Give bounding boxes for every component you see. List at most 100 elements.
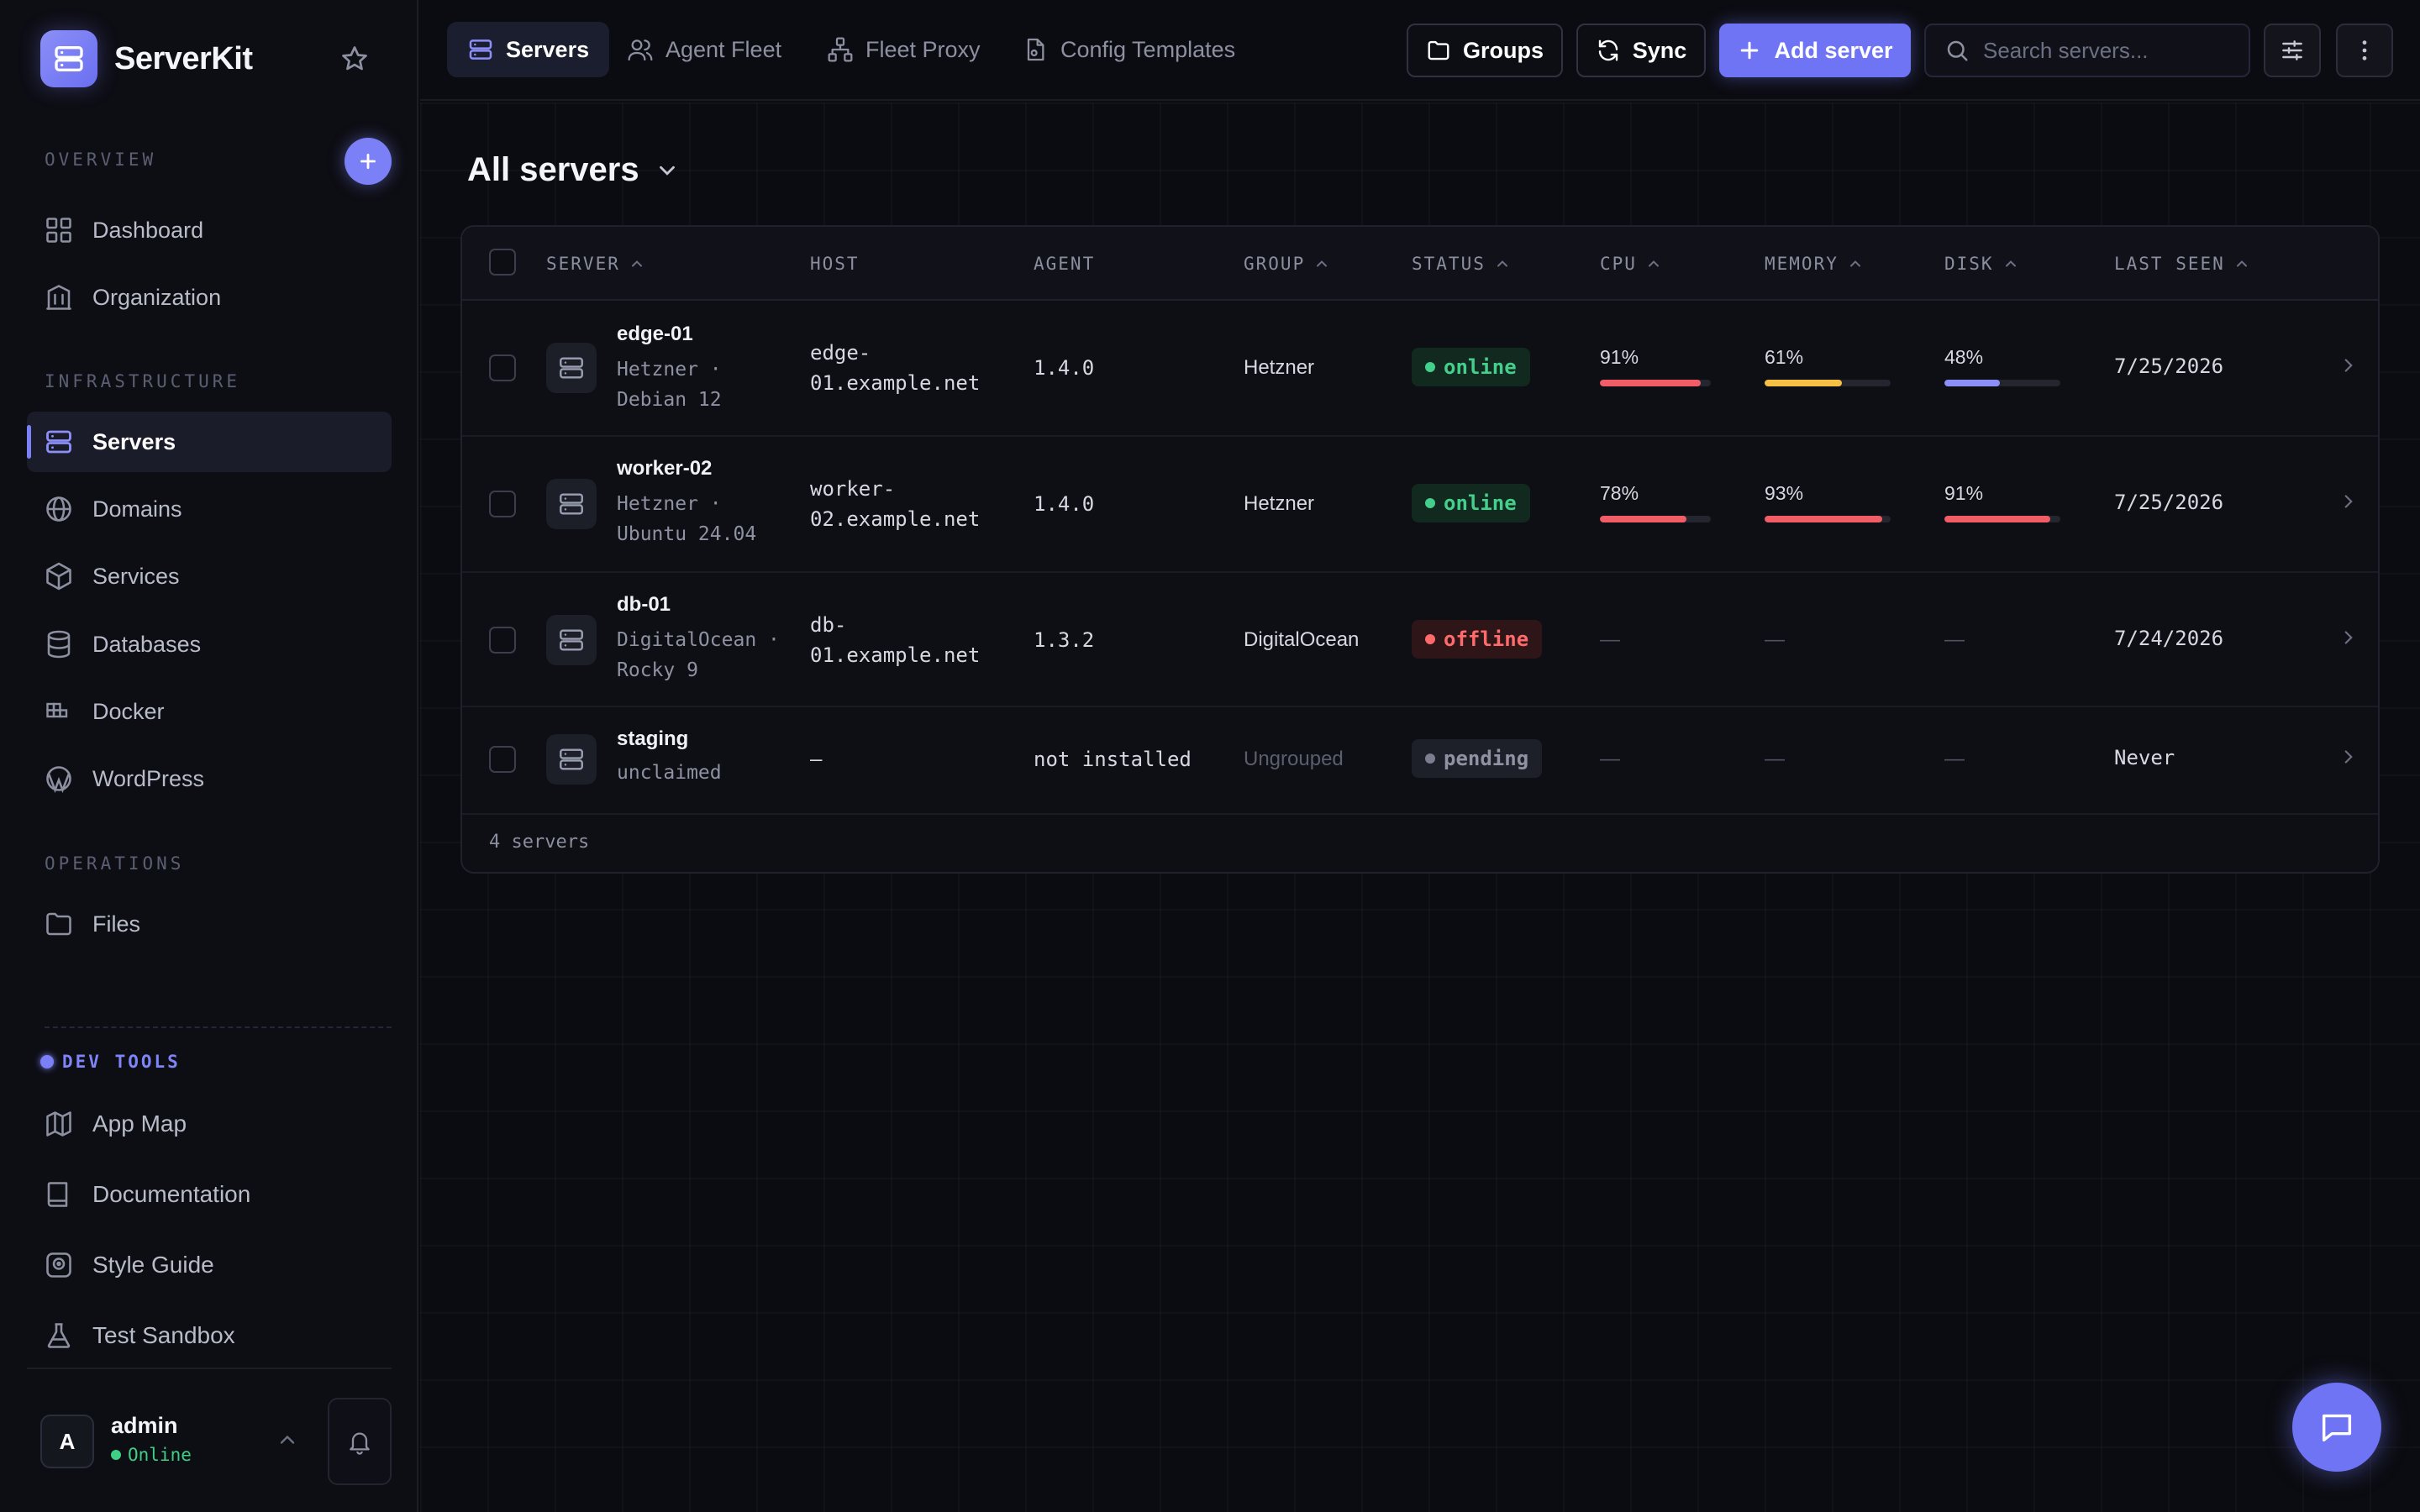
select-all-checkbox[interactable]	[489, 249, 516, 276]
plus-icon	[1741, 41, 1759, 60]
column-header-agent: AGENT	[1034, 254, 1096, 274]
groups-button[interactable]: Groups	[1407, 24, 1563, 77]
sort-arrow-icon	[2005, 260, 2016, 267]
column-header-last-seen[interactable]: LAST SEEN	[2114, 227, 2250, 301]
column-header-cpu[interactable]: CPU	[1600, 227, 1662, 301]
sidebar-item-label: Domains	[92, 496, 182, 522]
row-checkbox[interactable]	[489, 627, 516, 654]
sidebar-item-app-map[interactable]: App Map	[27, 1094, 392, 1154]
sidebar-item-dashboard[interactable]: Dashboard	[27, 200, 392, 260]
tab-servers[interactable]: Servers	[447, 22, 610, 77]
sync-button[interactable]: Sync	[1576, 24, 1706, 77]
chevron-up-icon[interactable]	[276, 1428, 299, 1452]
servers-table: SERVER HOST AGENT GROUP STATUS CPU MEMOR…	[460, 225, 2380, 874]
filter-settings-button[interactable]	[2264, 24, 2321, 77]
chevron-right-icon[interactable]	[2338, 627, 2360, 648]
search-input[interactable]	[1983, 37, 2235, 64]
page-title: All servers	[467, 151, 639, 188]
more-options-button[interactable]	[2336, 24, 2393, 77]
chevron-right-icon[interactable]	[2338, 491, 2360, 512]
brand[interactable]: ServerKit	[40, 30, 253, 87]
tab-fleet-proxy[interactable]: Fleet Proxy	[807, 22, 1001, 77]
sidebar-item-files[interactable]: Files	[27, 894, 392, 954]
tab-agent-fleet[interactable]: Agent Fleet	[607, 22, 802, 77]
row-checkbox[interactable]	[489, 354, 516, 381]
server-icon	[46, 430, 71, 454]
server-name[interactable]: db-01	[617, 593, 671, 617]
disk-metric: 48%	[1944, 346, 2060, 386]
sidebar-item-label: Documentation	[92, 1181, 251, 1207]
sidebar-item-servers[interactable]: Servers	[27, 412, 392, 472]
server-name[interactable]: edge-01	[617, 323, 693, 346]
sidebar-item-wordpress[interactable]: WordPress	[27, 748, 392, 809]
server-host: —	[810, 748, 823, 771]
sidebar-item-label: Test Sandbox	[92, 1322, 235, 1348]
table-row[interactable]: edge-01 Hetzner · Debian 12 edge-01.exam…	[462, 301, 2378, 437]
add-server-button[interactable]: Add server	[1719, 24, 1911, 77]
cpu-metric: 91%	[1600, 346, 1711, 386]
table-row[interactable]: staging unclaimed — not installed Ungrou…	[462, 707, 2378, 815]
server-group: DigitalOcean	[1244, 628, 1360, 651]
user-menu[interactable]: A admin Online	[37, 1411, 308, 1475]
star-icon[interactable]	[339, 44, 370, 74]
wordpress-icon	[46, 766, 71, 794]
memory-value: 61%	[1765, 346, 1804, 368]
column-header-status[interactable]: STATUS	[1412, 227, 1511, 301]
cpu-bar	[1600, 516, 1711, 522]
view-selector[interactable]: All servers	[467, 151, 680, 189]
sidebar-item-organization[interactable]: Organization	[27, 267, 392, 328]
chevron-right-icon[interactable]	[2338, 746, 2360, 768]
status-badge: online	[1412, 484, 1530, 522]
row-checkbox[interactable]	[489, 746, 516, 773]
column-header-group[interactable]: GROUP	[1244, 227, 1330, 301]
table-row[interactable]: db-01 DigitalOcean · Rocky 9 db-01.examp…	[462, 573, 2378, 707]
server-provider: DigitalOcean · Rocky 9	[617, 629, 780, 681]
server-host: worker-02.example.net	[810, 477, 981, 531]
tab-label: Servers	[506, 36, 590, 62]
building-icon	[46, 285, 71, 310]
server-provider: Hetzner · Debian 12	[617, 359, 722, 411]
sidebar-item-databases[interactable]: Databases	[27, 614, 392, 675]
globe-icon	[46, 496, 71, 522]
quick-add-button[interactable]	[345, 138, 392, 185]
server-name[interactable]: worker-02	[617, 457, 712, 480]
sidebar-item-label: App Map	[92, 1110, 187, 1137]
groups-label: Groups	[1462, 37, 1544, 63]
sidebar-item-docker[interactable]: Docker	[27, 681, 392, 742]
dev-tools-label: DEV TOOLS	[62, 1052, 181, 1072]
bell-icon	[350, 1432, 370, 1455]
refresh-icon	[1598, 39, 1618, 61]
sidebar-item-documentation[interactable]: Documentation	[27, 1164, 392, 1225]
chevron-right-icon[interactable]	[2338, 354, 2360, 376]
sort-arrow-icon	[1317, 260, 1328, 267]
server-host: db-01.example.net	[810, 613, 981, 667]
memory-metric: 61%	[1765, 346, 1891, 386]
sidebar-item-label: Files	[92, 911, 141, 937]
column-header-memory[interactable]: MEMORY	[1765, 227, 1864, 301]
sidebar-item-style-guide[interactable]: Style Guide	[27, 1235, 392, 1295]
memory-value: —	[1765, 748, 1785, 770]
sort-arrow-icon	[2236, 260, 2247, 267]
section-label-dev-tools: DEV TOOLS	[40, 1052, 181, 1072]
column-header-disk[interactable]: DISK	[1944, 227, 2019, 301]
server-row-icon	[546, 734, 597, 785]
table-row[interactable]: worker-02 Hetzner · Ubuntu 24.04 worker-…	[462, 437, 2378, 573]
chevron-down-icon	[659, 165, 675, 176]
server-group: Hetzner	[1244, 492, 1315, 515]
disk-bar	[1944, 516, 2060, 522]
status-badge: offline	[1412, 620, 1543, 659]
row-checkbox[interactable]	[489, 491, 516, 517]
search-box[interactable]	[1924, 24, 2250, 77]
column-header-server[interactable]: SERVER	[546, 227, 645, 301]
sidebar-item-domains[interactable]: Domains	[27, 479, 392, 539]
server-icon	[560, 629, 583, 651]
sidebar-item-services[interactable]: Services	[27, 546, 392, 606]
sidebar-footer-divider	[27, 1368, 392, 1369]
server-group: Hetzner	[1244, 356, 1315, 379]
sidebar-item-test-sandbox[interactable]: Test Sandbox	[27, 1305, 392, 1366]
notifications-button[interactable]	[328, 1398, 392, 1485]
server-name[interactable]: staging	[617, 727, 688, 751]
tab-config-templates[interactable]: Config Templates	[1002, 22, 1255, 77]
chat-button[interactable]	[2292, 1383, 2381, 1472]
map-icon	[46, 1111, 71, 1137]
